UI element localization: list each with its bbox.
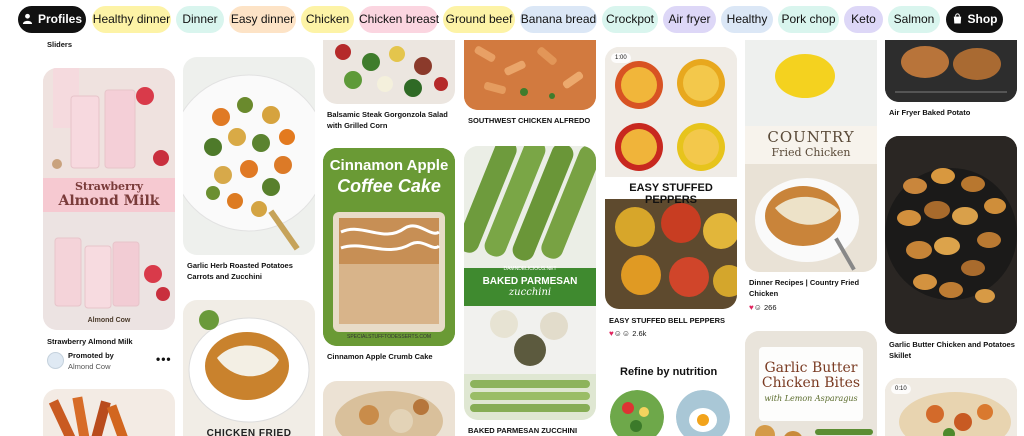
overlay-line: Almond Milk — [58, 193, 160, 209]
egg-illustration — [676, 390, 730, 436]
overlay-title: Strawberry Almond Milk — [43, 180, 175, 210]
overlay-line: Strawberry — [74, 180, 144, 193]
overlay-title: BAKED PARMESAN zucchini — [464, 276, 596, 298]
chip-label: Shop — [967, 12, 998, 26]
reaction-count: 266 — [764, 303, 777, 312]
fries-illustration — [48, 396, 132, 436]
overlay-title: Garlic Butter Chicken Bites with Lemon A… — [745, 361, 877, 406]
overlay-title: CHICKEN FRIED CHICKEN — [206, 428, 292, 436]
pin-caption[interactable]: Strawberry Almond Milk — [47, 336, 133, 347]
fried-chicken-illustration — [188, 310, 310, 423]
site-watermark: SPECIALSTUFFTODESSERTS.COM — [347, 334, 431, 340]
overlay-line: Garlic Butter — [764, 360, 858, 376]
pin-caption[interactable]: Balsamic Steak Gorgonzola Salad with Gri… — [327, 109, 453, 131]
chip-keto[interactable]: Keto — [844, 6, 883, 33]
pin-image-baked-parmesan-zucchini[interactable]: DAMNDELICIOUS.NET BAKED PARMESAN zucchin… — [464, 146, 596, 420]
pin-image-roasted-vegetables[interactable] — [183, 57, 315, 255]
video-duration-badge: 1:00 — [611, 53, 631, 63]
overlay-line: COUNTRY — [767, 128, 855, 146]
overlay-line: Coffee Cake — [337, 176, 441, 196]
chip-profiles[interactable]: Profiles — [18, 6, 86, 33]
person-icon — [22, 13, 33, 24]
overlay-line: Cinnamon Apple — [329, 157, 449, 174]
overlay-line: Fried Chicken — [771, 146, 851, 159]
pin-caption[interactable]: Sliders — [47, 39, 72, 50]
pin-image-cinnamon-coffee-cake[interactable]: Cinnamon Apple Coffee Cake SPECIALSTUFFT… — [323, 148, 455, 346]
salad-illustration — [335, 44, 448, 97]
pin-image-chicken-fried-chicken[interactable]: CHICKEN FRIED CHICKEN — [183, 300, 315, 436]
chip-crockpot[interactable]: Crockpot — [602, 6, 658, 33]
pin-caption[interactable]: SOUTHWEST CHICKEN ALFREDO — [468, 115, 590, 126]
nutrition-option-egg[interactable] — [676, 390, 730, 436]
reaction-row: ♥☺ 266 — [749, 302, 777, 313]
refine-title: Refine by nutrition — [620, 366, 718, 378]
pin-caption[interactable]: EASY STUFFED BELL PEPPERS — [609, 315, 725, 326]
filter-chip-bar: Profiles Healthy dinner Dinner Easy dinn… — [0, 0, 1024, 40]
pin-caption[interactable]: Garlic Butter Chicken and Potatoes Skill… — [889, 339, 1015, 361]
pin-image-balsamic-salad[interactable] — [323, 40, 455, 104]
chip-healthy-dinner[interactable]: Healthy dinner — [92, 6, 171, 33]
salad-bowl-illustration — [610, 390, 664, 436]
chip-pork-chop[interactable]: Pork chop — [778, 6, 839, 33]
pin-caption[interactable]: BAKED PARMESAN ZUCCHINI — [468, 425, 577, 436]
chip-chicken-breast[interactable]: Chicken breast — [359, 6, 439, 33]
pin-image-garlic-butter-skillet[interactable] — [885, 136, 1017, 334]
pin-image-stuffed-peppers[interactable]: 1:00 EASY STUFFED PEPPERS — [605, 47, 737, 309]
video-duration-badge: 0:10 — [891, 384, 911, 394]
reaction-count: 2.6k — [632, 329, 647, 338]
chip-air-fryer[interactable]: Air fryer — [663, 6, 716, 33]
overlay-line: zucchini — [508, 287, 552, 298]
nutrition-option-salad[interactable] — [610, 390, 664, 436]
stuffed-peppers-illustration — [605, 47, 737, 309]
pin-image-apple-pastry[interactable] — [323, 381, 455, 436]
smile-icon: ☺ — [613, 329, 622, 338]
overlay-line: BAKED PARMESAN — [482, 276, 578, 287]
smile-icon: ☺ — [753, 303, 762, 312]
chip-label: Profiles — [37, 12, 82, 26]
pin-image-garlic-butter-bites[interactable]: Garlic Butter Chicken Bites with Lemon A… — [745, 331, 877, 436]
chip-banana-bread[interactable]: Banana bread — [520, 6, 597, 33]
pin-caption[interactable]: Air Fryer Baked Potato — [889, 107, 970, 118]
chip-easy-dinner[interactable]: Easy dinner — [229, 6, 296, 33]
pin-caption[interactable]: Dinner Recipes | Country Fried Chicken — [749, 277, 875, 299]
pin-image-sweet-potato-fries[interactable] — [43, 389, 175, 436]
pin-image-chicken-casserole[interactable]: 0:10 — [885, 378, 1017, 436]
pin-image-chicken-alfredo[interactable] — [464, 40, 596, 110]
more-options-icon[interactable]: ••• — [156, 352, 172, 366]
brand-watermark: Almond Cow — [87, 317, 131, 324]
skillet-illustration — [885, 136, 1017, 334]
pastry-illustration — [335, 391, 443, 436]
roasted-vegetables-illustration — [183, 74, 315, 251]
avatar[interactable] — [47, 352, 64, 369]
overlay-line: with Lemon Asparagus — [764, 394, 858, 403]
overlay-title: Cinnamon Apple Coffee Cake — [323, 156, 455, 196]
site-watermark: DAMNDELICIOUS.NET — [503, 266, 557, 272]
penne-illustration — [464, 40, 596, 110]
pin-caption[interactable]: Garlic Herb Roasted Potatoes Carrots and… — [187, 260, 313, 282]
chip-healthy[interactable]: Healthy — [721, 6, 773, 33]
promoted-label: Promoted by — [68, 351, 114, 360]
overlay-title: COUNTRY Fried Chicken — [745, 130, 877, 160]
pin-image-air-fryer-potato[interactable] — [885, 40, 1017, 102]
chip-ground-beef[interactable]: Ground beef — [443, 6, 515, 33]
chip-salmon[interactable]: Salmon — [888, 6, 940, 33]
chip-chicken[interactable]: Chicken — [301, 6, 354, 33]
shopping-bag-icon — [953, 13, 961, 24]
promoter-name[interactable]: Almond Cow — [68, 361, 111, 372]
overlay-line: Chicken Bites — [761, 375, 861, 391]
chip-shop[interactable]: Shop — [946, 6, 1003, 33]
pin-image-strawberry-almond-milk[interactable]: Strawberry Almond Milk Almond Cow — [43, 68, 175, 330]
reaction-row: ♥☺☺ 2.6k — [609, 328, 646, 339]
pin-caption[interactable]: Cinnamon Apple Crumb Cake — [327, 351, 433, 362]
chip-dinner[interactable]: Dinner — [176, 6, 224, 33]
air-fryer-illustration — [885, 40, 1017, 102]
pin-image-country-fried-chicken[interactable]: COUNTRY Fried Chicken — [745, 40, 877, 272]
overlay-title: EASY STUFFED PEPPERS — [629, 182, 713, 206]
wow-icon: ☺ — [621, 329, 631, 338]
